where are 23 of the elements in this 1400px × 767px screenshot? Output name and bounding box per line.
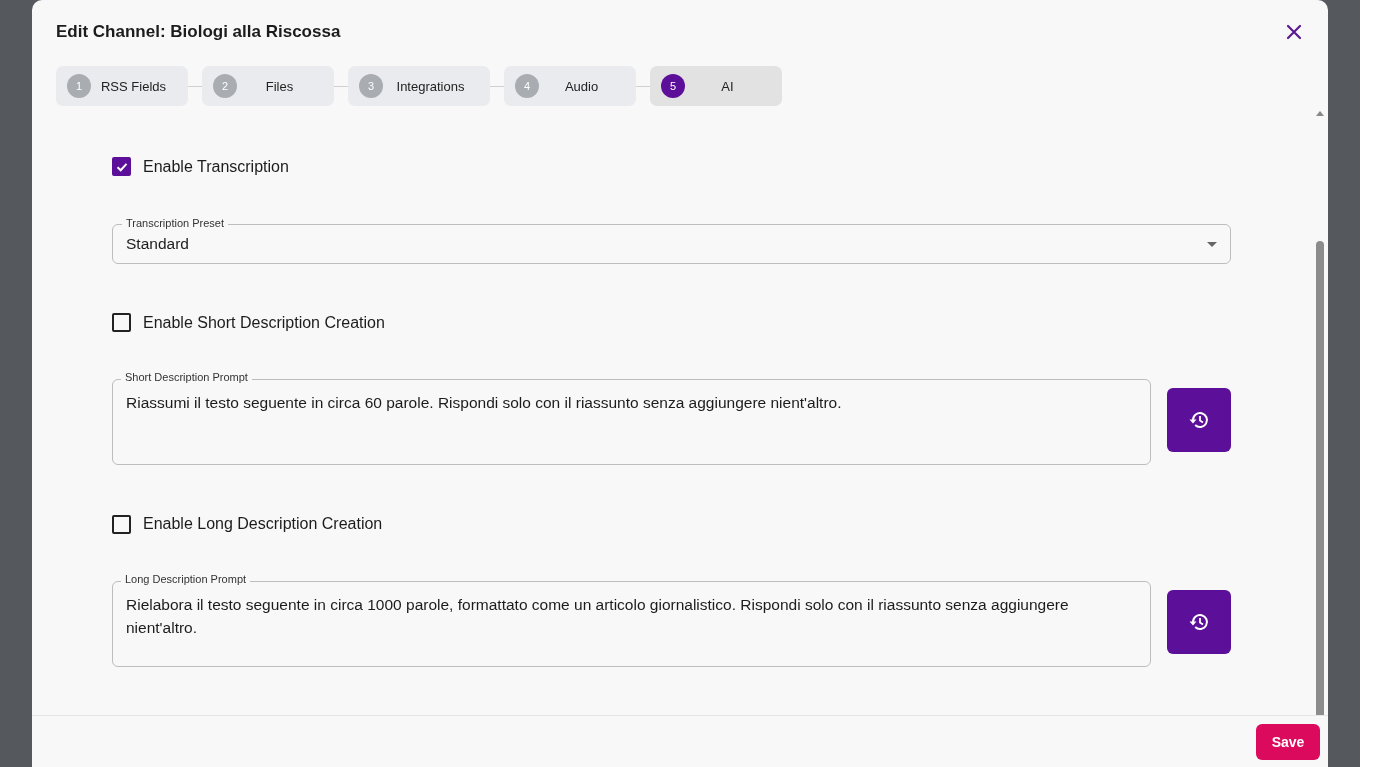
checkbox[interactable]	[112, 313, 131, 332]
field-label: Long Description Prompt	[121, 573, 251, 585]
scroll-up-icon[interactable]	[1315, 110, 1325, 117]
history-icon	[1188, 612, 1210, 632]
field-label: Short Description Prompt	[121, 371, 252, 384]
step-tab[interactable]: 5 AI	[650, 66, 782, 106]
caret-icon	[1207, 241, 1217, 247]
step-tab[interactable]: 3 Integrations	[348, 66, 490, 106]
reset-button[interactable]	[1167, 388, 1231, 453]
save-button[interactable]: Save	[1256, 723, 1320, 760]
field-label: Transcription Preset	[122, 216, 229, 229]
checkbox-label: Enable Transcription	[143, 157, 289, 176]
checkbox-label: Enable Long Description Creation	[143, 515, 383, 534]
step-tab[interactable]: 4 Audio	[504, 66, 636, 106]
checkbox[interactable]	[112, 514, 131, 534]
step-tab[interactable]: 2 Files	[202, 66, 334, 106]
close-icon[interactable]	[1286, 24, 1302, 40]
checkbox-label: Enable Short Description Creation	[143, 313, 385, 332]
checkbox[interactable]	[112, 157, 131, 177]
history-icon	[1188, 410, 1210, 431]
dialog-title: Edit Channel: Biologi alla Riscossa	[56, 22, 341, 42]
reset-button[interactable]	[1167, 590, 1231, 654]
step-tab[interactable]: 1 RSS Fields	[56, 66, 188, 106]
